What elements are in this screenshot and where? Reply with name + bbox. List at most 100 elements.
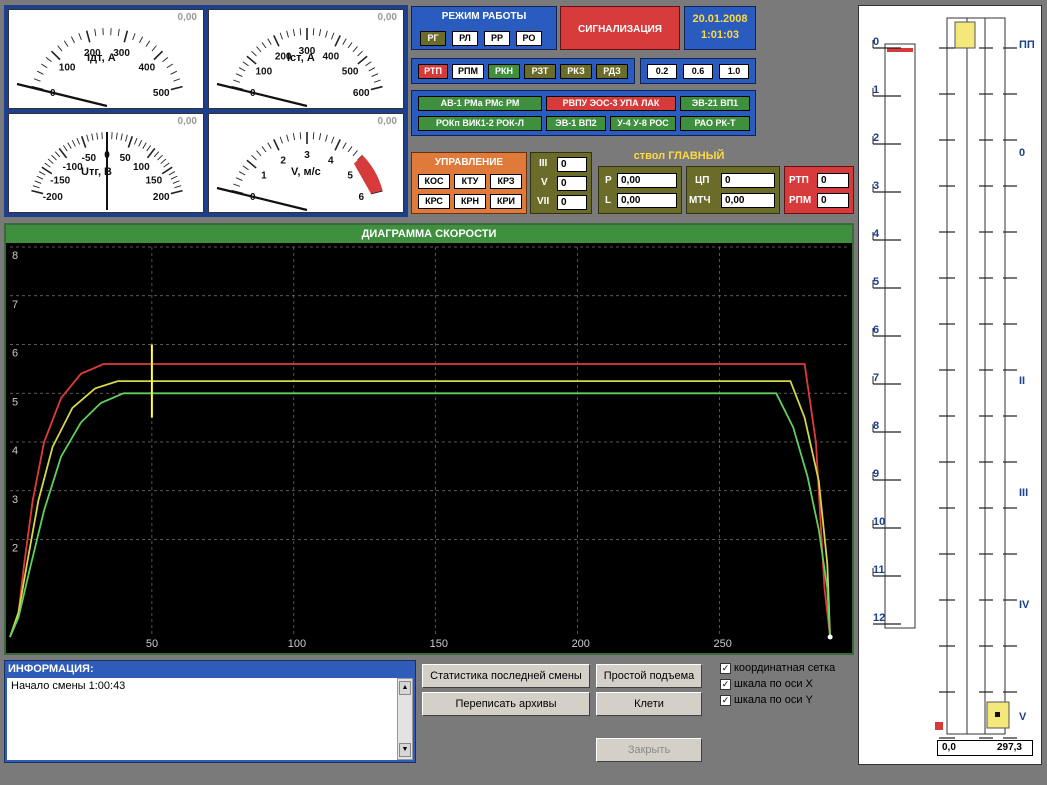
gauge-tick [127, 135, 134, 148]
left-scale-label: 9 [873, 468, 879, 480]
end-point [827, 634, 833, 640]
gauge-tick [371, 73, 379, 77]
left-scale-label: 5 [873, 276, 879, 288]
gauge-tick [162, 56, 169, 63]
prot-u4[interactable]: У-4 У-8 РОС [610, 116, 676, 131]
right-scale-label: II [1019, 375, 1025, 387]
relay-rpm[interactable]: РПМ [452, 64, 484, 79]
gauge-tick [153, 151, 160, 158]
scroll-up-icon[interactable]: ▲ [399, 681, 411, 695]
gauge-needle [16, 82, 108, 108]
control-title: УПРАВЛЕНИЕ [434, 157, 504, 168]
mode-ro-button[interactable]: РО [516, 31, 542, 46]
x-scale-checkbox[interactable]: ✓ шкала по оси X [720, 678, 813, 690]
cages-button[interactable]: Клети [596, 692, 702, 716]
gauge-tick-label: 150 [145, 175, 162, 186]
shaft-position-field: 0,0 297,3 [937, 740, 1033, 756]
time-text: 1:01:03 [701, 29, 739, 41]
prot-rokp[interactable]: РОКп ВИК1-2 РОК-Л [418, 116, 542, 131]
alarm-button[interactable]: СИГНАЛИЗАЦИЯ [560, 6, 680, 50]
gauge-tick [235, 73, 243, 77]
y-tick-label: 7 [12, 299, 18, 311]
gauge-tick [318, 29, 322, 37]
ctrl-ktu[interactable]: КТУ [454, 174, 486, 189]
gauge-tick [117, 28, 120, 36]
relay-rzt[interactable]: РЗТ [524, 64, 556, 79]
mode-rl-button[interactable]: РЛ [452, 31, 478, 46]
gauge-tick-label: 500 [153, 88, 170, 99]
gauge-tick [54, 151, 61, 158]
prot-ev21[interactable]: ЭВ-21 ВП1 [680, 96, 750, 111]
step-0-6[interactable]: 0.6 [683, 64, 713, 79]
gauge-tick [172, 180, 180, 184]
gauge-tick [36, 70, 44, 75]
gauge-tick [261, 42, 267, 49]
prot-rao[interactable]: РАО РК-Т [680, 116, 750, 131]
ctrl-krn[interactable]: КРН [454, 194, 486, 209]
mode-rg-button[interactable]: РГ [420, 31, 446, 46]
gauge-tick [273, 139, 280, 151]
idle-button[interactable]: Простой подъема [596, 664, 702, 688]
gauge-tick [32, 185, 40, 189]
gauge-tick [123, 30, 129, 43]
protection-panel: АВ-1 РМа РМс РМ РВПУ ЭОС-3 УПА ЛАК ЭВ-21… [411, 90, 756, 136]
gauge-tick [233, 183, 241, 187]
info-scrollbar[interactable]: ▲ ▼ [397, 678, 413, 760]
gauge-tick [139, 36, 144, 44]
gauge-panel: 0100200300400500 Iдт, А 0,00 01002003004… [4, 5, 408, 217]
ctrl-kos[interactable]: КОС [418, 174, 450, 189]
grid-checkbox[interactable]: ✓ координатная сетка [720, 662, 835, 674]
mode-rr-button[interactable]: РР [484, 31, 510, 46]
gauge-tick [36, 175, 44, 180]
mtch-field: 0,00 [721, 193, 775, 208]
scroll-down-icon[interactable]: ▼ [399, 743, 411, 757]
y-scale-checkbox[interactable]: ✓ шкала по оси Y [720, 694, 813, 706]
gauge-tick [318, 133, 322, 141]
y-tick-label: 3 [12, 494, 18, 506]
gauge-tick [76, 137, 81, 145]
ctrl-kri[interactable]: КРИ [490, 194, 522, 209]
close-button[interactable]: Закрыть [596, 738, 702, 762]
relay-rkz[interactable]: РКЗ [560, 64, 592, 79]
gauge-tick [246, 159, 257, 169]
cp-field: 0 [721, 173, 775, 188]
gauge-tick-label: 200 [153, 192, 170, 203]
stats-button[interactable]: Статистика последней смены [422, 664, 590, 688]
gauge-tick [120, 133, 123, 141]
gauge-tick [47, 158, 54, 164]
left-scale-label: 3 [873, 180, 879, 192]
relay-rkn[interactable]: РКН [488, 64, 520, 79]
relay-rtp[interactable]: РТП [418, 64, 448, 79]
ctrl-krs[interactable]: КРС [418, 194, 450, 209]
gauge-tick [31, 189, 44, 195]
l-label: L [605, 195, 612, 206]
rewrite-button[interactable]: Переписать архивы [422, 692, 590, 716]
gauge-tick [80, 135, 87, 148]
x-tick-label: 250 [713, 638, 731, 650]
gauge-idt-label: Iдт, А [87, 52, 116, 64]
gauge-needle [216, 186, 308, 212]
shaft-panel: 0 1 2 3 4 5 6 7 8 9 10 11 12 ПП 0 II III IV V 0,0 297,3 [858, 5, 1042, 765]
left-scale-label: 6 [873, 324, 879, 336]
gauge-tick [62, 145, 68, 152]
control-panel: УПРАВЛЕНИЕ КОС КТУ КРЗ КРС КРН КРИ [411, 152, 527, 214]
gauge-tick [153, 50, 164, 61]
gauge-tick [373, 79, 381, 83]
gauge-tick [357, 50, 363, 57]
prot-ev1[interactable]: ЭВ-1 ВП2 [546, 116, 606, 131]
y-check-label: шкала по оси Y [734, 694, 813, 706]
relay-rdz[interactable]: РДЗ [596, 64, 628, 79]
gauge-tick [63, 40, 69, 47]
step-0-2[interactable]: 0.2 [647, 64, 677, 79]
gauge-tick [292, 133, 296, 141]
prot-rvpu[interactable]: РВПУ ЭОС-3 УПА ЛАК [546, 96, 676, 111]
ctrl-krz[interactable]: КРЗ [490, 174, 522, 189]
prot-av1[interactable]: АВ-1 РМа РМс РМ [418, 96, 542, 111]
gauge-ist-value: 0,00 [377, 12, 397, 23]
left-scale-label: 11 [873, 564, 885, 576]
gauge-tick-label: 500 [342, 66, 359, 77]
step-1-0[interactable]: 1.0 [719, 64, 749, 79]
gauge-tick [78, 33, 82, 40]
p-label: P [605, 175, 612, 186]
x-tick-label: 200 [572, 638, 590, 650]
